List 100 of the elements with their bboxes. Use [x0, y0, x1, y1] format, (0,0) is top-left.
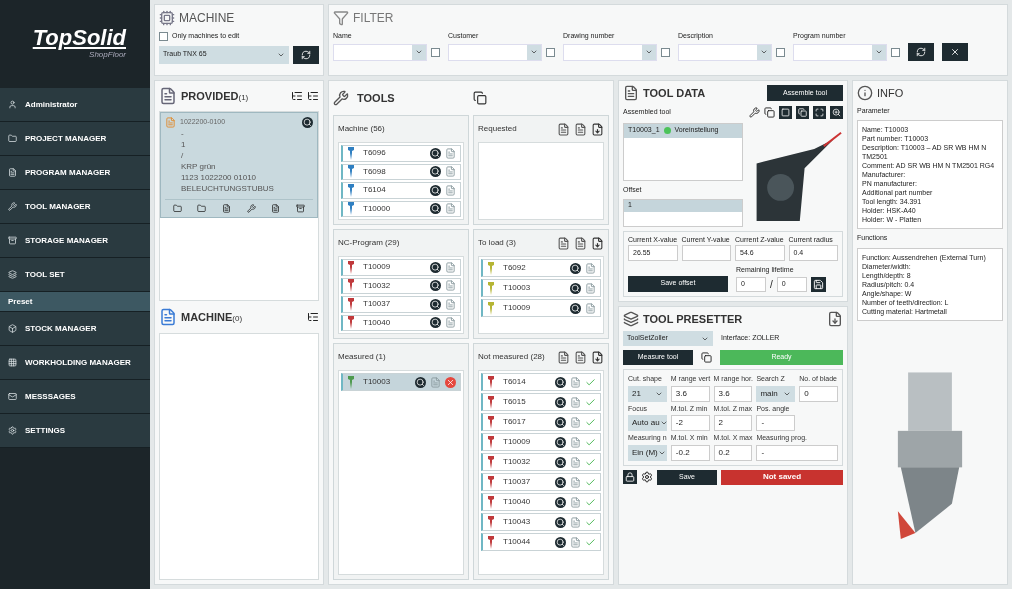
sidebar-item[interactable]: PROJECT MANAGER: [0, 122, 150, 156]
input-field[interactable]: -: [756, 415, 796, 431]
search-icon[interactable]: [555, 376, 566, 388]
search-icon[interactable]: [570, 302, 581, 314]
search-icon[interactable]: [302, 117, 313, 128]
compare-icon[interactable]: [472, 91, 487, 105]
dropdown[interactable]: Auto au: [628, 415, 667, 431]
tool-item[interactable]: T6015: [481, 393, 601, 411]
view-button[interactable]: [779, 105, 792, 119]
settings-icon[interactable]: [641, 471, 653, 483]
tree-icon[interactable]: [307, 90, 319, 102]
sidebar-item[interactable]: WORKHOLDING MANAGER: [0, 346, 150, 380]
tool-item[interactable]: T6092: [481, 259, 601, 277]
file-icon[interactable]: [222, 204, 232, 213]
folder-icon[interactable]: [172, 204, 182, 213]
tool-item[interactable]: T10009: [341, 259, 461, 276]
fit-button[interactable]: [813, 105, 826, 119]
save-button[interactable]: [810, 276, 826, 292]
search-icon[interactable]: [430, 280, 441, 292]
input-field[interactable]: 0.2: [713, 444, 753, 461]
file-icon[interactable]: [557, 236, 570, 250]
pdf-icon[interactable]: [827, 310, 843, 327]
sidebar-item[interactable]: Preset: [0, 292, 150, 312]
search-icon[interactable]: [555, 476, 566, 488]
search-icon[interactable]: [430, 261, 441, 273]
file-icon[interactable]: [557, 350, 570, 364]
tool-item[interactable]: T6014: [481, 373, 601, 391]
checkbox[interactable]: [431, 47, 440, 57]
archive-icon[interactable]: [296, 204, 306, 213]
checkbox[interactable]: [776, 47, 785, 57]
file-icon[interactable]: [271, 204, 281, 213]
input-field[interactable]: 2: [713, 415, 753, 431]
sidebar-item[interactable]: SETTINGS: [0, 414, 150, 448]
search-icon[interactable]: [415, 376, 426, 388]
file-icon[interactable]: [574, 236, 587, 250]
refresh-button[interactable]: [908, 42, 934, 61]
load-icon[interactable]: [591, 236, 604, 250]
tool-item[interactable]: T6104: [341, 182, 461, 199]
compare-icon[interactable]: [701, 352, 712, 363]
tree-icon[interactable]: [291, 90, 303, 102]
tool-item[interactable]: T6098: [341, 163, 461, 180]
input-field[interactable]: 3.6: [670, 385, 710, 402]
dropdown[interactable]: Ein (M): [628, 444, 667, 461]
lock-button[interactable]: [623, 470, 637, 484]
tool-item[interactable]: T10040: [481, 493, 601, 511]
tool-item[interactable]: T10009: [481, 299, 601, 317]
search-icon[interactable]: [430, 298, 441, 310]
folder-icon[interactable]: [197, 204, 207, 213]
input-field[interactable]: -: [756, 444, 838, 461]
load-icon[interactable]: [591, 350, 604, 364]
tool-item[interactable]: T10037: [481, 473, 601, 491]
tool-item[interactable]: T10032: [341, 277, 461, 294]
search-icon[interactable]: [570, 282, 581, 294]
file-icon[interactable]: [574, 122, 587, 136]
sidebar-item[interactable]: TOOL SET: [0, 258, 150, 292]
file-icon[interactable]: [557, 122, 570, 136]
search-icon[interactable]: [555, 396, 566, 408]
tool-item[interactable]: T10032: [481, 453, 601, 471]
tree-icon[interactable]: [307, 311, 319, 324]
compare-icon[interactable]: [764, 106, 775, 118]
tool-item[interactable]: T10003: [341, 373, 461, 391]
input-field[interactable]: [681, 245, 731, 261]
wrench-icon[interactable]: [246, 204, 256, 213]
search-icon[interactable]: [555, 456, 566, 468]
search-icon[interactable]: [555, 496, 566, 508]
load-icon[interactable]: [591, 122, 604, 136]
tool-item[interactable]: T10009: [481, 433, 601, 451]
dropdown[interactable]: 21: [628, 385, 667, 402]
tool-item[interactable]: T10043: [481, 513, 601, 531]
search-icon[interactable]: [430, 184, 441, 196]
tool-item[interactable]: T10003: [481, 279, 601, 297]
checkbox[interactable]: [661, 47, 670, 57]
search-icon[interactable]: [555, 416, 566, 428]
tool-item[interactable]: T10037: [341, 296, 461, 313]
input-field[interactable]: 0: [799, 385, 838, 402]
dropdown[interactable]: main: [756, 385, 796, 402]
zoom-button[interactable]: [830, 105, 843, 119]
search-icon[interactable]: [430, 317, 441, 329]
sidebar-item[interactable]: PROGRAM MANAGER: [0, 156, 150, 190]
remove-icon[interactable]: [445, 376, 456, 388]
checkbox[interactable]: [546, 47, 555, 57]
search-icon[interactable]: [430, 203, 441, 215]
input-field[interactable]: 3.6: [713, 385, 753, 402]
close-button[interactable]: [942, 42, 968, 61]
view-button[interactable]: [796, 105, 809, 119]
input-field[interactable]: -0.2: [670, 444, 710, 461]
search-icon[interactable]: [555, 436, 566, 448]
wrench-icon[interactable]: [749, 106, 760, 118]
tool-item[interactable]: T10040: [341, 314, 461, 331]
tool-item[interactable]: T6017: [481, 413, 601, 431]
sidebar-item[interactable]: STOCK MANAGER: [0, 312, 150, 346]
search-icon[interactable]: [570, 262, 581, 274]
sidebar-item[interactable]: TOOL MANAGER: [0, 190, 150, 224]
refresh-button[interactable]: [293, 45, 319, 64]
search-icon[interactable]: [430, 147, 441, 159]
search-icon[interactable]: [555, 516, 566, 528]
file-icon[interactable]: [574, 350, 587, 364]
tool-item[interactable]: T10044: [481, 533, 601, 551]
checkbox[interactable]: [159, 31, 168, 41]
checkbox[interactable]: [891, 47, 900, 57]
